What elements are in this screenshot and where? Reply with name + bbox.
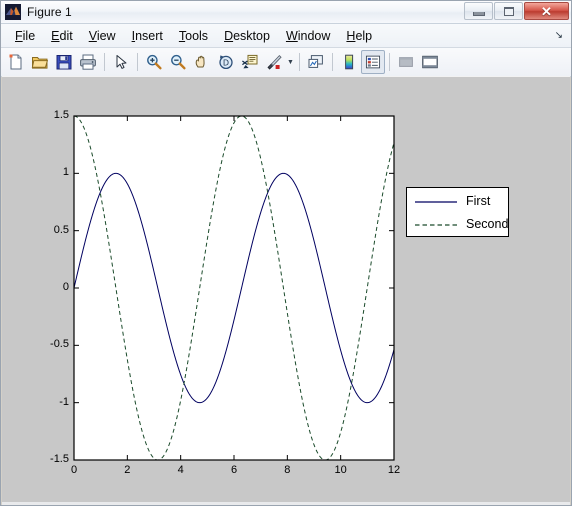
menu-item-file[interactable]: File xyxy=(7,27,43,45)
toolbar: D ▼ xyxy=(1,48,571,77)
save-icon xyxy=(56,55,72,70)
insert-legend-button[interactable] xyxy=(361,50,385,74)
legend-line-sample-first xyxy=(414,195,458,207)
plot-legend[interactable]: First Second xyxy=(406,187,509,237)
status-strip xyxy=(2,502,570,505)
title-bar[interactable]: Figure 1 ✕ xyxy=(1,1,571,24)
zoom-out-button[interactable] xyxy=(166,50,190,74)
legend-line-sample-second xyxy=(414,218,458,230)
plot-background xyxy=(74,116,394,460)
menu-item-help[interactable]: Help xyxy=(338,27,380,45)
show-plot-tools-button[interactable] xyxy=(418,50,442,74)
data-cursor-button[interactable] xyxy=(238,50,262,74)
legend-label-second: Second xyxy=(466,217,509,231)
axes xyxy=(73,115,395,461)
menu-item-edit[interactable]: Edit xyxy=(43,27,81,45)
toolbar-separator xyxy=(104,53,105,71)
brush-icon xyxy=(267,54,282,70)
menu-item-desktop[interactable]: Desktop xyxy=(216,27,278,45)
x-tick-label: 8 xyxy=(284,464,291,476)
pan-button[interactable] xyxy=(190,50,214,74)
colorbar-icon xyxy=(345,54,354,70)
menu-item-insert[interactable]: Insert xyxy=(124,27,171,45)
legend-entry-second[interactable]: Second xyxy=(407,213,508,235)
minimize-button[interactable] xyxy=(464,2,493,20)
x-tick-label: 2 xyxy=(124,464,131,476)
plot-area[interactable]: -1.5 -1 -0.5 0 0.5 1 1.5 0 2 4 6 8 10 12 First xyxy=(2,77,570,505)
y-tick-label: 1.5 xyxy=(53,109,69,121)
pointer-arrow-icon xyxy=(116,55,127,69)
figure-window: Figure 1 ✕ File Edit View Insert Tools D… xyxy=(0,0,572,506)
zoom-in-button[interactable] xyxy=(142,50,166,74)
x-tick-label: 10 xyxy=(334,464,347,476)
figure-canvas[interactable]: -1.5 -1 -0.5 0 0.5 1 1.5 0 2 4 6 8 10 12 First xyxy=(2,76,570,504)
toolbar-separator xyxy=(299,53,300,71)
menu-item-tools[interactable]: Tools xyxy=(171,27,216,45)
toolbar-separator xyxy=(389,53,390,71)
window-controls: ✕ xyxy=(463,2,569,20)
zoom-out-icon xyxy=(171,54,186,70)
close-icon: ✕ xyxy=(541,3,552,19)
svg-text:D: D xyxy=(223,59,229,68)
link-plot-button[interactable] xyxy=(304,50,328,74)
brush-dropdown-caret-icon[interactable]: ▼ xyxy=(286,50,295,74)
legend-entry-first[interactable]: First xyxy=(407,190,508,212)
pan-hand-icon xyxy=(195,55,205,68)
x-tick-label: 12 xyxy=(387,464,401,476)
window-title: Figure 1 xyxy=(27,5,72,19)
toolbar-separator xyxy=(332,53,333,71)
maximize-button[interactable] xyxy=(494,2,523,20)
close-button[interactable]: ✕ xyxy=(524,2,569,20)
menu-item-window[interactable]: Window xyxy=(278,27,338,45)
link-plot-icon xyxy=(308,55,323,68)
print-figure-button[interactable] xyxy=(76,50,100,74)
rotate-3d-button[interactable]: D xyxy=(214,50,238,74)
save-figure-button[interactable] xyxy=(52,50,76,74)
x-tick-label: 6 xyxy=(230,464,238,476)
new-figure-icon xyxy=(9,54,22,70)
open-file-button[interactable] xyxy=(28,50,52,74)
legend-icon xyxy=(365,55,381,69)
y-tick-label: 0 xyxy=(62,281,69,293)
zoom-in-icon xyxy=(147,54,162,70)
legend-label-first: First xyxy=(466,194,491,208)
maximize-icon xyxy=(503,6,514,16)
new-figure-button[interactable] xyxy=(4,50,28,74)
y-tick-label: 0.5 xyxy=(53,223,69,236)
print-icon xyxy=(80,54,96,70)
y-tick-label: 1 xyxy=(62,166,69,179)
hide-plot-tools-icon xyxy=(399,57,413,67)
rotate-3d-icon: D xyxy=(219,55,233,70)
matlab-membrane-logo-icon xyxy=(5,4,21,20)
edit-plot-button[interactable] xyxy=(109,50,133,74)
menu-item-view[interactable]: View xyxy=(81,27,124,45)
menu-bar: File Edit View Insert Tools Desktop Wind… xyxy=(1,24,571,48)
x-tick-label: 4 xyxy=(177,464,184,476)
y-tick-label: -0.5 xyxy=(50,338,69,351)
y-tick-label: -1 xyxy=(59,395,69,408)
minimize-icon xyxy=(472,11,485,16)
menu-overflow-icon[interactable]: ↘ xyxy=(555,30,563,41)
insert-colorbar-button[interactable] xyxy=(337,50,361,74)
hide-plot-tools-button[interactable] xyxy=(394,50,418,74)
brush-data-button[interactable] xyxy=(262,50,286,74)
toolbar-separator xyxy=(137,53,138,71)
data-cursor-icon xyxy=(242,54,258,69)
show-plot-tools-icon xyxy=(422,55,438,69)
x-tick-label: 0 xyxy=(70,464,78,476)
open-folder-icon xyxy=(31,57,49,69)
